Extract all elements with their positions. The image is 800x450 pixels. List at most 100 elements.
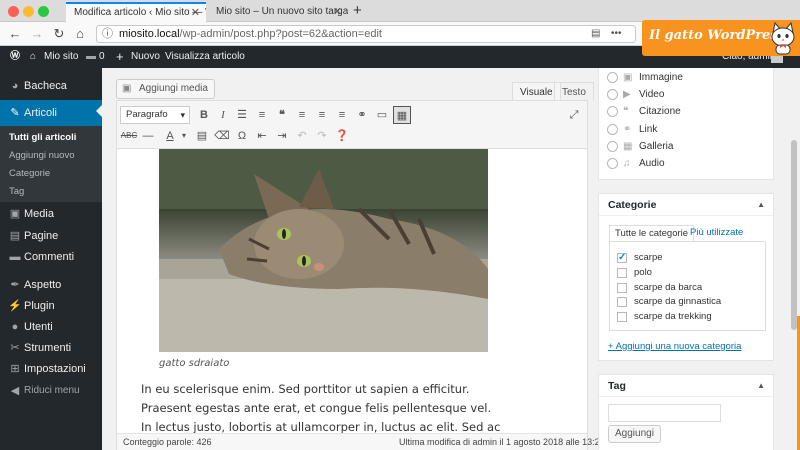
url-text[interactable]: miosito.local/wp-admin/post.php?post=62&…: [119, 26, 382, 42]
radio-button[interactable]: [607, 158, 618, 169]
sidebar-item-label: Utenti: [24, 321, 53, 333]
add-media-button[interactable]: ▣ Aggiungi media: [116, 79, 215, 99]
reader-view-icon[interactable]: ▤: [591, 26, 600, 42]
post-paragraph[interactable]: In eu scelerisque enim. Sed porttitor ut…: [141, 380, 501, 433]
submenu-item[interactable]: Aggiungi nuovo: [9, 150, 75, 161]
checkbox[interactable]: [617, 312, 627, 322]
page-actions-icon[interactable]: •••: [611, 26, 622, 42]
special-char-icon[interactable]: Ω: [233, 127, 251, 145]
new-tab-icon[interactable]: +: [353, 2, 362, 20]
wordpress-logo-icon[interactable]: Ⓦ: [10, 46, 20, 68]
close-tab-icon[interactable]: ✕: [191, 4, 200, 22]
bold-icon[interactable]: B: [195, 106, 213, 124]
sidebar-collapse[interactable]: ◀ Riduci menu: [0, 381, 102, 401]
site-name-link[interactable]: Mio sito: [44, 46, 78, 68]
sidebar-item-bacheca[interactable]: ◕ Bacheca: [0, 76, 102, 96]
paste-text-icon[interactable]: ▤: [193, 127, 211, 145]
italic-icon[interactable]: I: [214, 106, 232, 124]
align-left-icon[interactable]: ≡: [293, 106, 311, 124]
browser-tab-active[interactable]: Modifica articolo ‹ Mio sito — Word ✕: [66, 2, 206, 22]
plugin-icon: ⚡: [8, 300, 22, 312]
blockquote-icon[interactable]: ❝: [273, 106, 291, 124]
browser-tab[interactable]: Mio sito – Un nuovo sito targato Wo ✕: [208, 2, 348, 22]
close-window-button[interactable]: [8, 6, 19, 17]
view-post-link[interactable]: Visualizza articolo: [165, 46, 245, 68]
link-icon[interactable]: ⚭: [353, 106, 371, 124]
tag-input[interactable]: [608, 404, 721, 422]
indent-icon[interactable]: ⇥: [273, 127, 291, 145]
home-icon[interactable]: ⌂: [30, 46, 36, 68]
minimize-window-button[interactable]: [23, 6, 34, 17]
collapse-arrow-icon[interactable]: ▲: [757, 194, 765, 216]
radio-button[interactable]: [607, 106, 618, 117]
sidebar-item-impostazioni[interactable]: ⊞ Impostazioni: [0, 359, 102, 379]
new-content-link[interactable]: Nuovo: [131, 46, 160, 68]
radio-button[interactable]: [607, 89, 618, 100]
sidebar-item-media[interactable]: ▣ Media: [0, 204, 102, 224]
clear-format-icon[interactable]: ⌫: [213, 127, 231, 145]
radio-button[interactable]: [607, 124, 618, 135]
collapse-arrow-icon[interactable]: ▲: [757, 375, 765, 397]
numbered-list-icon[interactable]: ≡: [253, 106, 271, 124]
redo-icon[interactable]: ↷: [313, 127, 331, 145]
cat-photo[interactable]: [159, 149, 488, 352]
toolbar-toggle-icon[interactable]: ▦: [393, 106, 411, 124]
sidebar-item-pagine[interactable]: ▤ Pagine: [0, 226, 102, 246]
radio-button[interactable]: [607, 141, 618, 152]
sidebar-item-aspetto[interactable]: ✒ Aspetto: [0, 275, 102, 295]
scrollbar-thumb[interactable]: [791, 140, 797, 330]
sidebar-item-utenti[interactable]: ● Utenti: [0, 317, 102, 337]
tags-header[interactable]: Tag ▲: [599, 375, 773, 397]
brand-logo: Il gatto WordPress: [642, 20, 800, 56]
add-category-link[interactable]: + Aggiungi una nuova categoria: [608, 341, 741, 352]
tags-box: Tag ▲ Aggiungi: [598, 374, 774, 450]
reload-icon[interactable]: ↻: [50, 25, 68, 43]
align-center-icon[interactable]: ≡: [313, 106, 331, 124]
fullscreen-icon[interactable]: ⤢: [565, 106, 583, 124]
outdent-icon[interactable]: ⇤: [253, 127, 271, 145]
maximize-window-button[interactable]: [38, 6, 49, 17]
categories-header[interactable]: Categorie ▲: [599, 194, 773, 216]
site-info-icon[interactable]: ⓘ: [102, 26, 113, 42]
comments-count[interactable]: 0: [99, 46, 105, 68]
bullet-list-icon[interactable]: ☰: [233, 106, 251, 124]
submenu-item[interactable]: Categorie: [9, 168, 50, 179]
video-icon: ▶: [623, 89, 631, 100]
tab-text[interactable]: Testo: [554, 82, 594, 101]
sidebar-item-label: Aspetto: [24, 279, 62, 291]
checkbox[interactable]: [617, 297, 627, 307]
undo-icon[interactable]: ↶: [293, 127, 311, 145]
align-right-icon[interactable]: ≡: [333, 106, 351, 124]
users-icon: ●: [11, 321, 19, 333]
comments-icon[interactable]: ▬: [86, 46, 96, 68]
tab-popular-categories[interactable]: Più utilizzate: [685, 225, 748, 242]
help-icon[interactable]: ❓: [333, 127, 351, 145]
sidebar-item-articoli[interactable]: ✎ Articoli: [0, 100, 102, 126]
address-bar[interactable]: ⓘ miosito.local/wp-admin/post.php?post=6…: [96, 25, 636, 43]
radio-button[interactable]: [607, 72, 618, 83]
chevron-down-icon[interactable]: ▾: [175, 127, 193, 145]
submenu-item[interactable]: Tutti gli articoli: [9, 132, 76, 143]
checkbox[interactable]: [617, 268, 627, 278]
submenu-item[interactable]: Tag: [9, 186, 24, 197]
editor-content[interactable]: gatto sdraiato In eu scelerisque enim. S…: [117, 149, 587, 433]
sidebar-item-strumenti[interactable]: ✂ Strumenti: [0, 338, 102, 358]
format-select[interactable]: Paragrafo: [120, 106, 190, 124]
sidebar-item-label: Commenti: [24, 251, 75, 263]
checkbox[interactable]: [617, 283, 627, 293]
read-more-icon[interactable]: ▭: [373, 106, 391, 124]
tab-all-categories[interactable]: Tutte le categorie: [609, 225, 695, 242]
quote-icon: ❝: [623, 106, 629, 117]
horizontal-line-icon[interactable]: —: [139, 127, 157, 145]
add-tag-button[interactable]: Aggiungi: [608, 425, 661, 443]
close-tab-icon[interactable]: ✕: [333, 2, 342, 22]
sidebar-item-commenti[interactable]: ▬ Commenti: [0, 247, 102, 267]
forward-icon[interactable]: →: [28, 25, 46, 43]
strikethrough-icon[interactable]: ABC: [120, 127, 138, 145]
home-icon[interactable]: ⌂: [71, 25, 89, 43]
back-icon[interactable]: ←: [6, 25, 24, 43]
plus-icon[interactable]: +: [116, 46, 124, 68]
checkbox-checked[interactable]: ✓: [617, 253, 627, 263]
sidebar-item-plugin[interactable]: ⚡ Plugin: [0, 296, 102, 316]
image-caption[interactable]: gatto sdraiato: [159, 358, 229, 369]
